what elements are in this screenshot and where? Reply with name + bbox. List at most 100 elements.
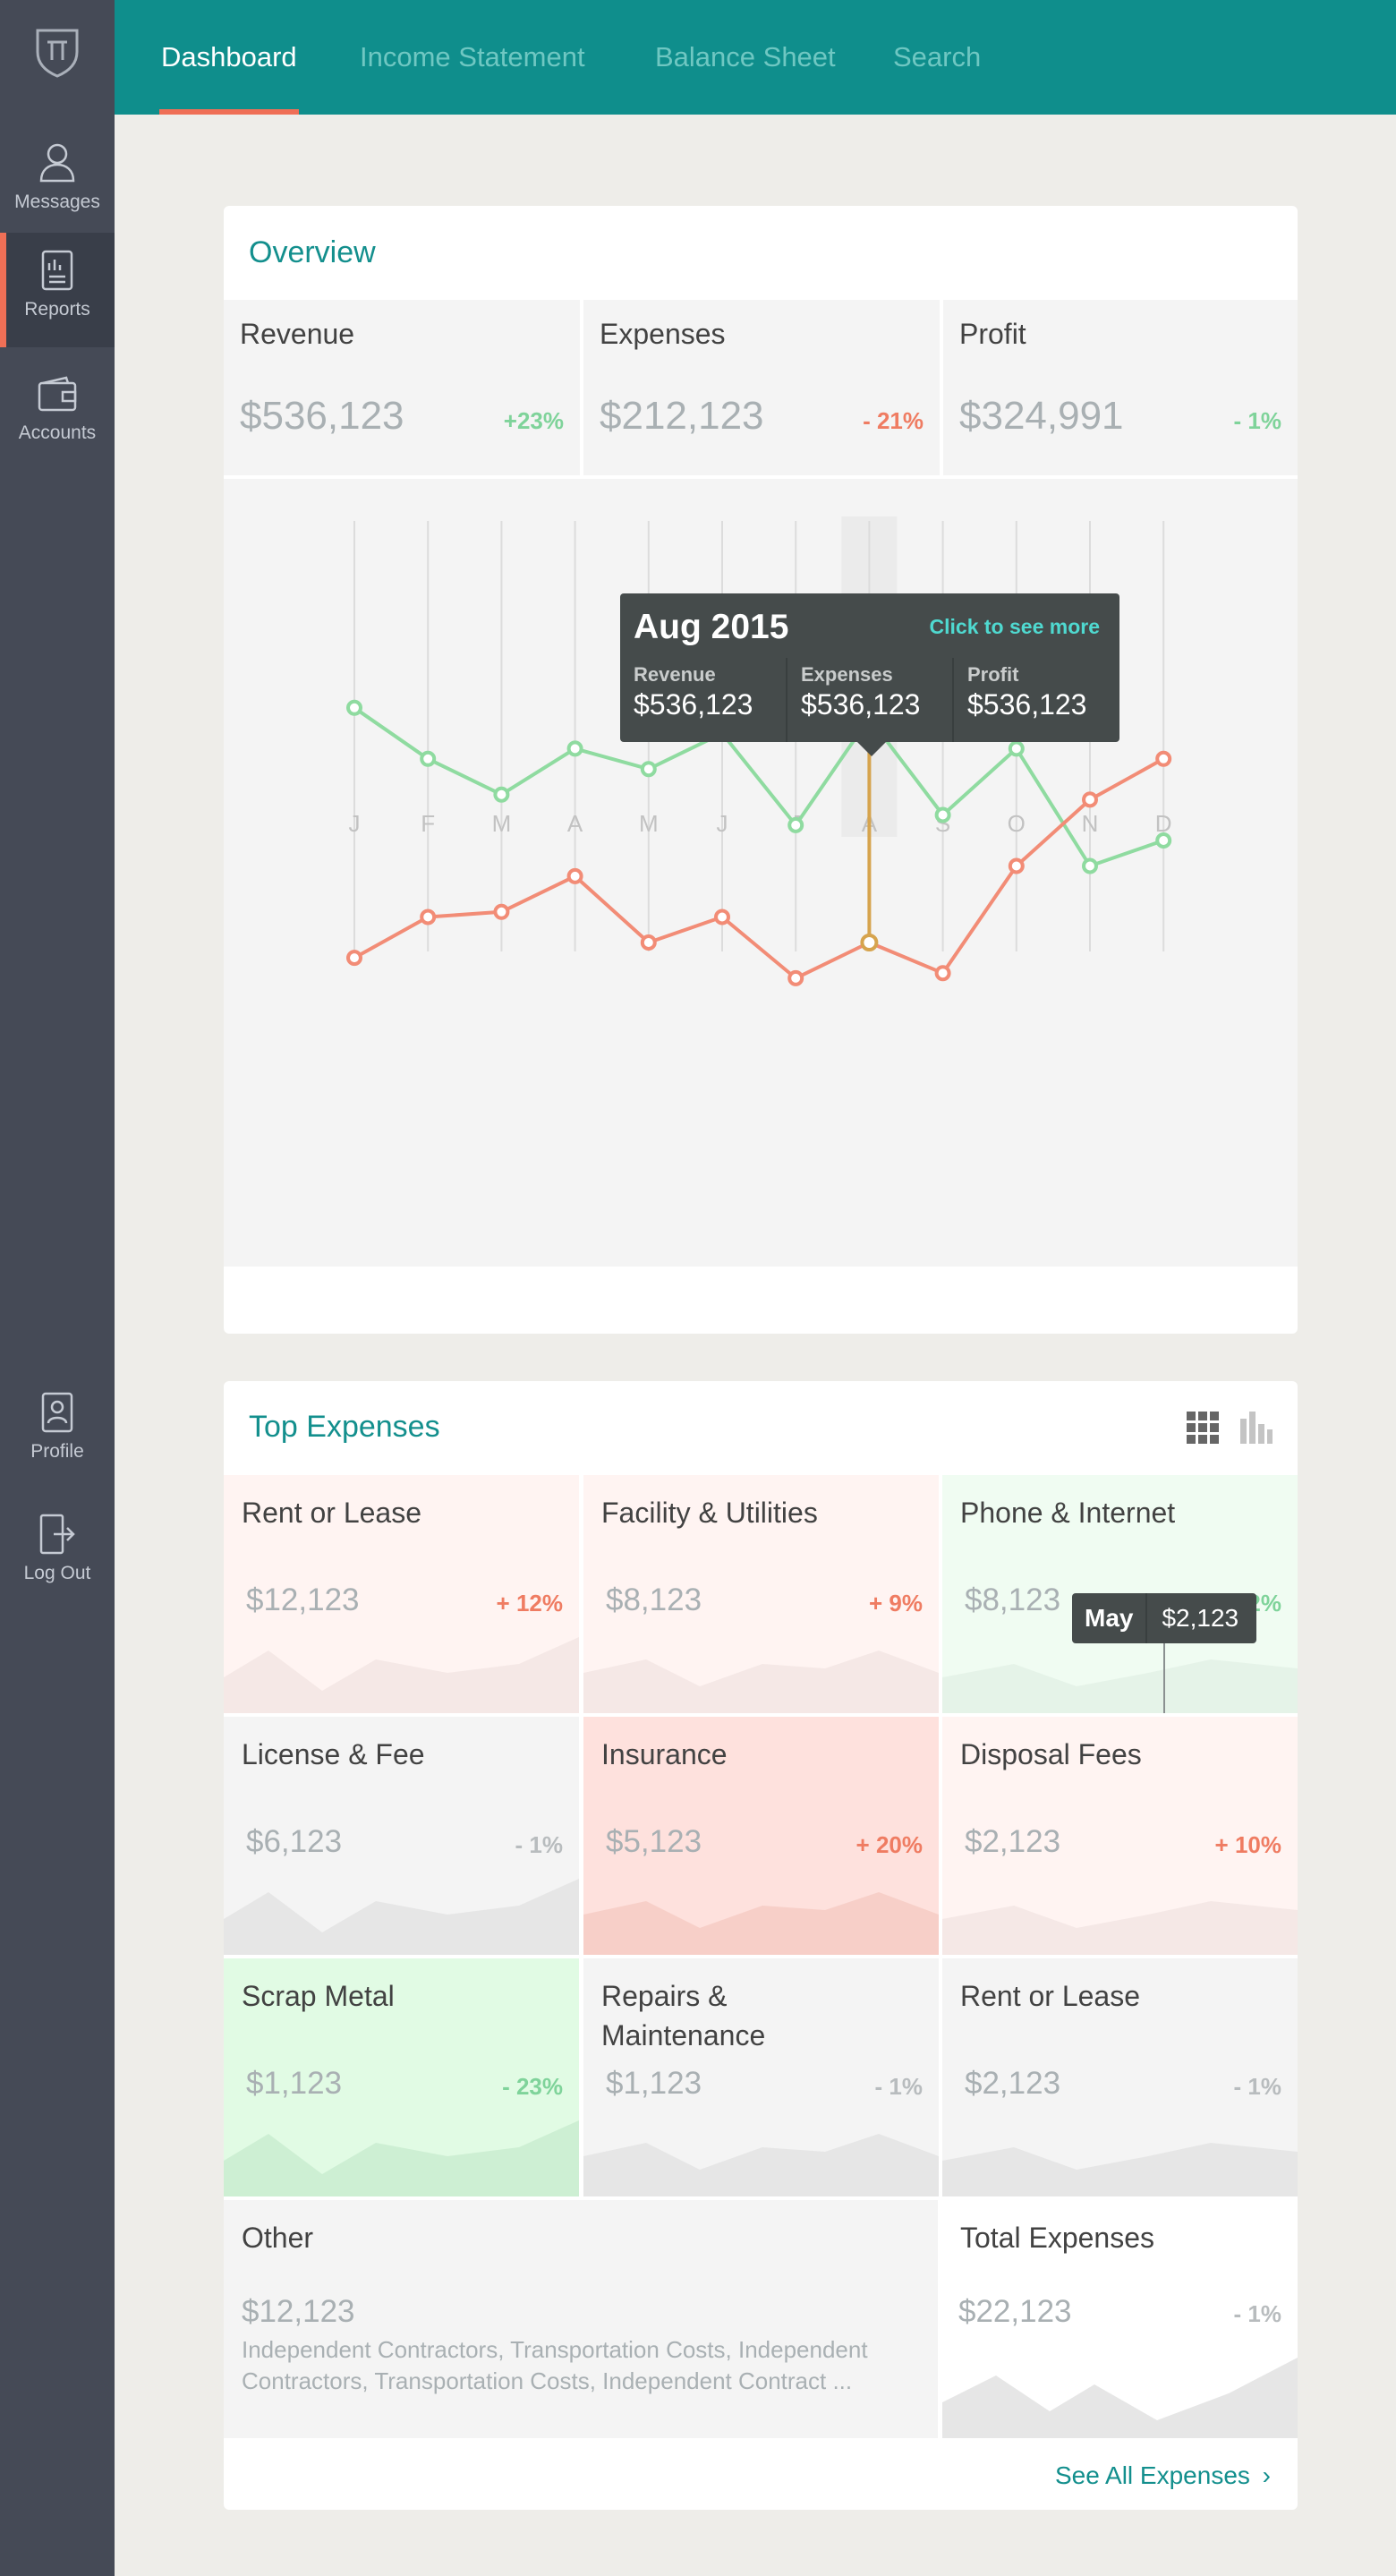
expense-tile[interactable]: Rent or Lease $2,123 - 1% <box>942 1958 1298 2196</box>
sidebar-item-label: Accounts <box>18 422 97 443</box>
data-point <box>566 740 583 757</box>
expense-change: - 1% <box>1233 2073 1281 2100</box>
expense-label: Disposal Fees <box>960 1738 1142 1770</box>
sparkline <box>583 1892 939 1955</box>
expense-tile-other[interactable]: Other $12,123 Independent Contractors, T… <box>224 2200 938 2438</box>
bar-view-icon[interactable] <box>1240 1412 1273 1444</box>
tab-balance-sheet[interactable]: Balance Sheet <box>655 0 836 115</box>
wallet-icon <box>38 376 77 412</box>
sidebar-item-messages[interactable]: Messages <box>0 125 115 240</box>
stat-expenses[interactable]: Expenses $212,123 - 21% <box>583 300 940 475</box>
expense-value: $8,123 <box>606 1582 702 1617</box>
app-logo[interactable] <box>32 25 82 79</box>
expense-change: + 20% <box>855 1831 923 1858</box>
expense-label: Facility & Utilities <box>601 1497 818 1529</box>
tab-dashboard[interactable]: Dashboard <box>159 0 299 115</box>
expense-tile[interactable]: Phone & Internet$8,123- 12%May$2,123 <box>942 1475 1298 1713</box>
expense-tile[interactable]: Disposal Fees $2,123 + 10% <box>942 1717 1298 1955</box>
expense-label: Total Expenses <box>960 2222 1155 2254</box>
expense-tile[interactable]: Facility & Utilities $8,123 + 9% <box>583 1475 939 1713</box>
sparkline <box>583 2134 939 2196</box>
tab-income-statement[interactable]: Income Statement <box>360 0 585 115</box>
tooltip-value: $536,123 <box>634 688 753 721</box>
tab-search[interactable]: Search <box>893 0 981 115</box>
sidebar-item-label: Profile <box>30 1441 84 1462</box>
overview-title: Overview <box>249 235 376 269</box>
sidebar-item-label: Reports <box>24 299 90 320</box>
data-point <box>1082 791 1098 808</box>
data-point <box>640 934 657 951</box>
sidebar-item-profile[interactable]: Profile <box>0 1375 115 1489</box>
sparkline <box>224 1879 579 1955</box>
data-point <box>346 699 362 716</box>
expense-change: - 1% <box>874 2073 923 2100</box>
expense-tile[interactable]: Repairs & Maintenance $1,123 - 1% <box>583 1958 939 2196</box>
expense-value: $22,123 <box>958 2294 1072 2329</box>
expense-tile[interactable]: Scrap Metal $1,123 - 23% <box>224 1958 579 2196</box>
sparkline <box>224 1637 579 1713</box>
expense-label: Insurance <box>601 1738 728 1770</box>
sidebar-item-logout[interactable]: Log Out <box>0 1497 115 1611</box>
sparkline <box>942 2358 1298 2438</box>
data-point <box>1082 857 1098 874</box>
tooltip-value: $2,123 <box>1162 1604 1239 1632</box>
stat-label: Expenses <box>600 318 726 350</box>
data-point <box>860 934 879 951</box>
expense-label: Other <box>242 2222 314 2254</box>
tooltip-revenue: Revenue $536,123 <box>620 658 786 742</box>
data-point <box>566 867 583 884</box>
expense-label: Phone & Internet <box>960 1497 1176 1529</box>
tooltip-label: Expenses <box>801 663 893 686</box>
data-point <box>1155 832 1172 849</box>
tooltip-expenses: Expenses $536,123 <box>786 658 952 742</box>
x-tick-label: J <box>349 810 361 837</box>
expense-tile[interactable]: Rent or Lease $12,123 + 12% <box>224 1475 579 1713</box>
expense-value: $12,123 <box>242 2294 355 2329</box>
tooltip-pin <box>1163 1643 1165 1713</box>
tooltip-title: Aug 2015 <box>634 608 789 646</box>
x-tick-label: J <box>717 810 728 837</box>
expense-value: $8,123 <box>965 1582 1061 1617</box>
sparkline <box>583 1651 939 1713</box>
tooltip-month: May <box>1072 1593 1148 1643</box>
chevron-right-icon: › <box>1262 2461 1271 2489</box>
stat-revenue[interactable]: Revenue $536,123 +23% <box>224 300 580 475</box>
data-point <box>346 950 362 967</box>
stat-value: $324,991 <box>959 394 1124 438</box>
tooltip-see-more-link[interactable]: Click to see more <box>930 615 1100 639</box>
stat-value: $212,123 <box>600 394 764 438</box>
expense-change: + 9% <box>869 1590 923 1616</box>
stat-profit[interactable]: Profit $324,991 - 1% <box>943 300 1298 475</box>
x-tick-label: M <box>492 810 512 837</box>
expense-tile[interactable]: License & Fee $6,123 - 1% <box>224 1717 579 1955</box>
profile-icon <box>41 1392 73 1433</box>
tooltip-label: Revenue <box>634 663 716 686</box>
expense-label: Rent or Lease <box>960 1980 1141 2012</box>
data-point <box>420 908 437 925</box>
logout-icon <box>39 1514 75 1555</box>
expense-label: Rent or Lease <box>242 1497 422 1529</box>
sidebar-item-accounts[interactable]: Accounts <box>0 358 115 473</box>
expense-value: $12,123 <box>246 1582 360 1617</box>
data-point <box>714 908 730 925</box>
data-point <box>787 969 804 986</box>
sidebar-item-reports[interactable]: Reports <box>0 233 115 347</box>
data-point <box>640 761 657 778</box>
stat-change: - 1% <box>1233 407 1281 434</box>
expense-value: $2,123 <box>965 2066 1061 2101</box>
stat-label: Revenue <box>240 318 355 350</box>
expense-value: $1,123 <box>246 2066 343 2101</box>
data-point <box>493 903 510 920</box>
expense-tile-total[interactable]: Total Expenses $22,123 - 1% <box>942 2200 1298 2438</box>
expense-change: + 12% <box>496 1590 563 1616</box>
expense-value: $5,123 <box>606 1824 702 1859</box>
tooltip-label: Profit <box>967 663 1019 686</box>
grid-view-icon[interactable] <box>1187 1412 1219 1444</box>
expense-tile[interactable]: Insurance $5,123 + 20% <box>583 1717 939 1955</box>
see-all-expenses-link[interactable]: See All Expenses › <box>1055 2461 1271 2490</box>
report-icon <box>41 250 73 291</box>
stat-value: $536,123 <box>240 394 404 438</box>
chart-tooltip[interactable]: Aug 2015 Click to see more Revenue $536,… <box>620 593 1119 756</box>
top-expenses-title: Top Expenses <box>249 1410 440 1444</box>
tooltip-value: $536,123 <box>801 688 921 721</box>
